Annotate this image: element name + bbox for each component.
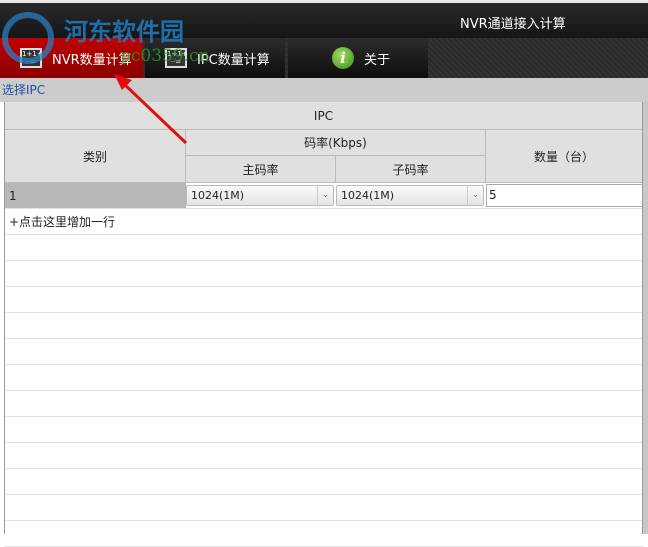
red-arrow-annotation xyxy=(114,74,188,145)
